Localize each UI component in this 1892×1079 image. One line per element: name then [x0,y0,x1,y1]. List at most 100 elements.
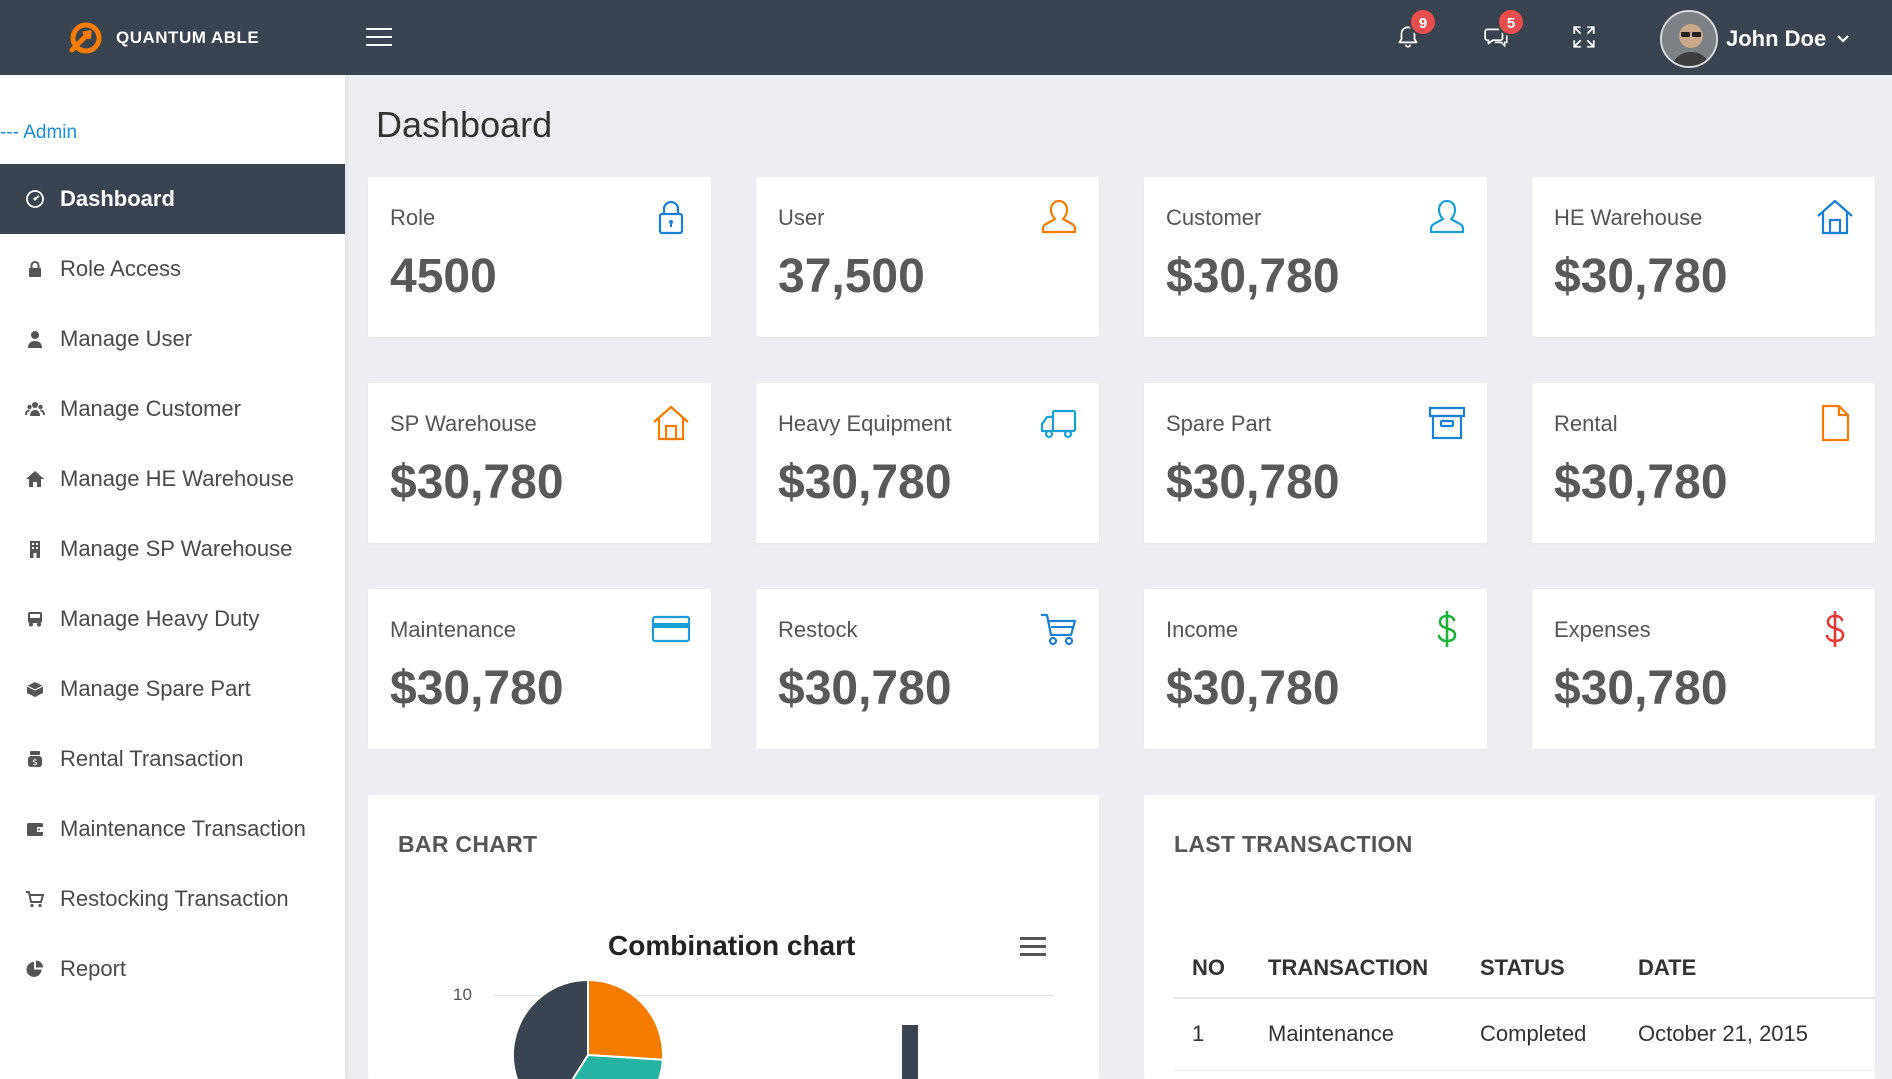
sidebar-item-restocking-transaction[interactable]: Restocking Transaction [0,864,345,934]
home-outline-icon [1815,197,1855,237]
stat-card-expenses[interactable]: Expenses $30,780 [1532,589,1875,749]
stat-card-he-warehouse[interactable]: HE Warehouse $30,780 [1532,177,1875,337]
stat-card-role[interactable]: Role 4500 [368,177,711,337]
card-value: $30,780 [1166,662,1340,715]
table-row[interactable]: 1 Maintenance Completed October 21, 2015 [1174,999,1876,1071]
card-label: SP Warehouse [390,411,537,436]
brand-logo[interactable]: QUANTUM ABLE [68,20,259,56]
archive-icon [1427,403,1467,443]
column-header-date: DATE [1638,955,1697,980]
card-value: $30,780 [1554,662,1728,715]
cell-transaction: Maintenance [1268,1021,1394,1046]
messages-badge: 5 [1497,8,1525,36]
messages-button[interactable]: 5 [1479,8,1525,54]
stat-card-maintenance[interactable]: Maintenance $30,780 [368,589,711,749]
column-header-no: NO [1192,955,1225,980]
stat-card-sp-warehouse[interactable]: SP Warehouse $30,780 [368,383,711,543]
y-tick-label: 10 [453,985,472,1004]
expand-icon [1573,26,1595,48]
page-title: Dashboard [376,104,553,145]
top-navbar: QUANTUM ABLE 9 5 John Doe [0,0,1892,75]
stat-card-spare-part[interactable]: Spare Part $30,780 [1144,383,1487,543]
stat-card-income[interactable]: Income $30,780 [1144,589,1487,749]
sidebar-item-label: Restocking Transaction [60,886,289,911]
card-label: Income [1166,617,1239,642]
stat-card-rental[interactable]: Rental $30,780 [1532,383,1875,543]
building-icon [24,538,46,560]
sidebar-item-manage-user[interactable]: Manage User [0,304,345,374]
cell-no: 1 [1192,1021,1205,1046]
file-icon [1815,403,1855,443]
gauge-icon [24,188,46,210]
pie-chart [512,978,664,1079]
card-value: $30,780 [778,456,952,509]
cart-icon [24,888,46,910]
stat-card-restock[interactable]: Restock $30,780 [756,589,1099,749]
wallet-icon [24,818,46,840]
chart-menu-button[interactable] [1020,937,1046,957]
sidebar-item-label: Rental Transaction [60,746,244,771]
home-icon [24,468,46,490]
pie-slice-2 [512,978,589,1079]
sidebar-item-manage-customer[interactable]: Manage Customer [0,374,345,444]
card-value: $30,780 [778,662,952,715]
logo-icon [69,22,102,54]
notifications-badge: 9 [1409,8,1437,36]
sidebar-item-manage-sp-warehouse[interactable]: Manage SP Warehouse [0,514,345,584]
sidebar-item-report[interactable]: Report [0,934,345,1004]
sidebar-item-label: Maintenance Transaction [60,816,306,841]
card-label: HE Warehouse [1554,205,1703,230]
svg-text:$: $ [32,758,38,768]
fullscreen-button[interactable] [1567,20,1601,54]
column-header-status: STATUS [1480,955,1565,980]
sidebar-item-label: Role Access [60,256,182,281]
last-transaction-panel: LAST TRANSACTION NO TRANSACTION STATUS D… [1144,795,1876,1079]
cell-date: October 21, 2015 [1638,1021,1809,1046]
column-header-transaction: TRANSACTION [1268,955,1429,980]
notifications-button[interactable]: 9 [1391,8,1437,54]
sidebar-item-manage-he-warehouse[interactable]: Manage HE Warehouse [0,444,345,514]
sidebar-item-label: Dashboard [60,186,175,211]
card-value: $30,780 [1554,250,1728,303]
sidebar-item-label: Manage Customer [60,396,241,421]
sidebar-item-dashboard[interactable]: Dashboard [0,164,345,234]
card-label: Maintenance [390,617,516,642]
avatar [1660,10,1718,68]
sidebar-item-manage-spare-part[interactable]: Manage Spare Part [0,654,345,724]
sidebar-item-label: Manage HE Warehouse [60,466,294,491]
sidebar-section-label: --- Admin [0,122,78,143]
sidebar-item-label: Manage SP Warehouse [60,536,293,561]
sidebar-item-label: Report [60,956,127,981]
user-name: John Doe [1726,26,1827,51]
card-label: Spare Part [1166,411,1272,436]
truck-outline-icon [1039,403,1079,443]
card-label: Rental [1554,411,1618,436]
user-outline-icon [1039,197,1079,237]
card-value: $30,780 [1166,456,1340,509]
cell-status: Completed [1480,1021,1587,1046]
menu-toggle-button[interactable] [366,28,392,48]
card-label: Role [390,205,436,230]
pie-icon [24,958,46,980]
pie-slice-0 [587,978,664,1061]
user-outline-icon [1427,197,1467,237]
stat-card-customer[interactable]: Customer $30,780 [1144,177,1487,337]
sidebar-item-manage-heavy-duty[interactable]: Manage Heavy Duty [0,584,345,654]
sidebar: --- Admin Dashboard Role Access Manage U… [0,75,345,1079]
sidebar-item-role-access[interactable]: Role Access [0,234,345,304]
user-menu[interactable]: John Doe [1660,10,1850,68]
card-label: Customer [1166,205,1262,230]
home-outline-icon [651,403,691,443]
table-header: NO TRANSACTION STATUS DATE [1174,935,1876,999]
card-label: Heavy Equipment [778,411,952,436]
chevron-down-icon [1837,35,1850,43]
sidebar-item-maintenance-transaction[interactable]: Maintenance Transaction [0,794,345,864]
lock-icon [651,197,691,237]
stat-card-heavy-equipment[interactable]: Heavy Equipment $30,780 [756,383,1099,543]
stat-card-user[interactable]: User 37,500 [756,177,1099,337]
card-value: $30,780 [390,456,564,509]
credit-card-icon [651,609,691,649]
sidebar-item-rental-transaction[interactable]: $ Rental Transaction [0,724,345,794]
card-value: $30,780 [1166,250,1340,303]
truck-icon [24,608,46,630]
